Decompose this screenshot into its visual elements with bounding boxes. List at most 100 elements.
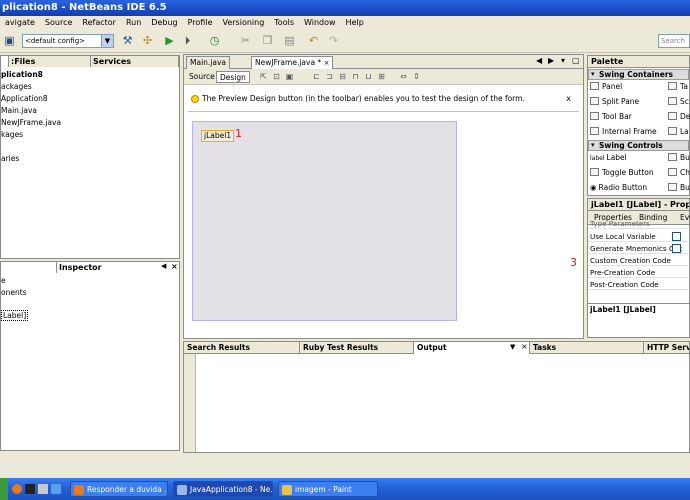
tab-tasks[interactable]: Tasks xyxy=(530,342,644,354)
design-view-button[interactable]: Design xyxy=(216,71,250,83)
task-netbeans[interactable]: JavaApplication8 - Ne... xyxy=(173,481,273,497)
prop-pre-creation-code[interactable]: Pre-Creation Code xyxy=(588,267,688,278)
prop-type-parameters[interactable]: Type Parameters xyxy=(588,221,688,229)
menu-refactor[interactable]: Refactor xyxy=(77,18,121,27)
close-icon[interactable]: × xyxy=(171,262,178,271)
tab-services[interactable]: Services xyxy=(91,56,179,67)
prop-post-creation-code[interactable]: Post-Creation Code xyxy=(588,279,688,290)
inspector-item[interactable]: e xyxy=(1,276,6,285)
start-button[interactable] xyxy=(0,478,8,500)
tab-list-icon[interactable]: ▾ xyxy=(561,56,565,65)
minimize-icon[interactable]: ▼ xyxy=(510,343,515,351)
align-top-icon[interactable]: ⊓ xyxy=(351,72,360,81)
tab-search-results[interactable]: Search Results xyxy=(184,342,300,354)
source-view-button[interactable]: Source xyxy=(186,71,218,83)
package-node[interactable]: Application8 xyxy=(1,94,48,103)
menu-source[interactable]: Source xyxy=(40,18,77,27)
vertical-resize-icon[interactable]: ⇕ xyxy=(412,72,421,81)
quicklaunch-icon[interactable] xyxy=(38,484,48,494)
tab-newjframe-java[interactable]: NewJFrame.java * × xyxy=(251,56,334,69)
quicklaunch-icon[interactable] xyxy=(51,484,61,494)
task-firefox[interactable]: Responder a duvida ... xyxy=(70,481,168,497)
paste-icon[interactable]: ▤ xyxy=(282,33,297,48)
menu-run[interactable]: Run xyxy=(121,18,146,27)
chevron-down-icon[interactable]: ▼ xyxy=(101,35,113,47)
minimize-icon[interactable]: ◀ xyxy=(161,262,166,270)
palette-item-button-group[interactable]: Bu xyxy=(668,183,690,192)
run-icon[interactable]: ▶ xyxy=(162,33,177,48)
hint-close-button[interactable]: x xyxy=(566,89,571,109)
tab-navigator[interactable] xyxy=(1,262,57,273)
menu-versioning[interactable]: Versioning xyxy=(217,18,269,27)
copy-icon[interactable]: ❐ xyxy=(260,33,275,48)
palette-item-tabbed-pane[interactable]: Ta xyxy=(668,82,688,91)
center-horizontally-icon[interactable]: ⊟ xyxy=(338,72,347,81)
palette-item-panel[interactable]: Panel xyxy=(590,82,622,91)
maximize-icon[interactable]: ▢ xyxy=(572,56,580,65)
clean-build-icon[interactable]: ✣ xyxy=(140,33,155,48)
palette-item-check-box[interactable]: Ch xyxy=(668,168,690,177)
palette-group-swing-containers[interactable]: Swing Containers xyxy=(588,69,689,80)
palette-item-radio-button[interactable]: ◉ Radio Button xyxy=(590,183,647,192)
menu-tools[interactable]: Tools xyxy=(269,18,299,27)
generate-mnemonics-checkbox[interactable] xyxy=(672,244,681,253)
source-packages-node[interactable]: ackages xyxy=(1,82,32,91)
menu-debug[interactable]: Debug xyxy=(146,18,182,27)
annotation-marker-3: 3 xyxy=(570,256,577,269)
jlabel1-component[interactable]: jLabel1 xyxy=(201,130,235,142)
palette-item-internal-frame[interactable]: Internal Frame xyxy=(590,127,657,136)
palette-item-split-pane[interactable]: Split Pane xyxy=(590,97,639,106)
debug-icon[interactable]: ⏵ xyxy=(180,33,195,48)
cut-icon[interactable]: ✂ xyxy=(238,33,253,48)
palette-item-tool-bar[interactable]: Tool Bar xyxy=(590,112,632,121)
scroll-left-icon[interactable]: ◀ xyxy=(536,56,542,65)
design-form-canvas[interactable]: jLabel1 1 xyxy=(192,121,457,321)
palette-group-swing-controls[interactable]: Swing Controls xyxy=(588,140,689,151)
tab-files[interactable]: :Files xyxy=(9,56,91,67)
tab-http-server[interactable]: HTTP Serve xyxy=(644,342,689,354)
task-paint[interactable]: imagem - Paint xyxy=(278,481,378,497)
tab-ruby-test-results[interactable]: Ruby Test Results xyxy=(300,342,414,354)
palette-item-button[interactable]: Bu xyxy=(668,153,690,162)
palette-item-desktop-pane[interactable]: De xyxy=(668,112,690,121)
build-icon[interactable]: ⚒ xyxy=(120,33,135,48)
use-local-variable-checkbox[interactable] xyxy=(672,232,681,241)
horizontal-resize-icon[interactable]: ⇔ xyxy=(399,72,408,81)
search-input[interactable]: Search xyxy=(658,34,690,48)
inspector-item[interactable]: onents xyxy=(1,288,27,297)
palette-item-toggle-button[interactable]: Toggle Button xyxy=(590,168,654,177)
file-newjframe-java[interactable]: NewJFrame.java xyxy=(1,118,61,127)
profile-icon[interactable]: ◷ xyxy=(207,33,222,48)
config-select[interactable]: <default config> ▼ xyxy=(22,34,114,48)
menu-window[interactable]: Window xyxy=(299,18,341,27)
redo-icon[interactable]: ↷ xyxy=(326,33,341,48)
close-icon[interactable]: × xyxy=(521,342,528,351)
cmd-icon[interactable] xyxy=(25,484,35,494)
libraries-node[interactable]: aries xyxy=(1,154,19,163)
selection-mode-icon[interactable]: ⇱ xyxy=(259,72,268,81)
menu-profile[interactable]: Profile xyxy=(183,18,218,27)
palette-item-scroll-pane[interactable]: Sc xyxy=(668,97,689,106)
menu-help[interactable]: Help xyxy=(341,18,369,27)
test-packages-node[interactable]: kages xyxy=(1,130,23,139)
preview-design-icon[interactable]: ▣ xyxy=(285,72,294,81)
projects-tab-edge[interactable] xyxy=(1,56,9,67)
tab-main-java[interactable]: Main.java xyxy=(186,56,231,69)
connection-mode-icon[interactable]: ⊡ xyxy=(272,72,281,81)
align-left-icon[interactable]: ⊏ xyxy=(312,72,321,81)
tabbed-pane-icon xyxy=(668,82,677,90)
firefox-icon[interactable] xyxy=(12,484,22,494)
menu-navigate[interactable]: avigate xyxy=(0,18,40,27)
inspector-selected-jlabel[interactable]: Label] xyxy=(1,310,29,321)
center-vertically-icon[interactable]: ⊞ xyxy=(377,72,386,81)
undo-icon[interactable]: ↶ xyxy=(306,33,321,48)
prop-custom-creation-code[interactable]: Custom Creation Code xyxy=(588,255,688,266)
project-node[interactable]: plication8 xyxy=(1,70,43,79)
palette-item-label[interactable]: label Label xyxy=(590,153,627,162)
palette-item-layered-pane[interactable]: La xyxy=(668,127,689,136)
save-all-icon[interactable]: ▣ xyxy=(2,33,17,48)
file-main-java[interactable]: Main.java xyxy=(1,106,37,115)
align-right-icon[interactable]: ⊐ xyxy=(325,72,334,81)
scroll-right-icon[interactable]: ▶ xyxy=(548,56,554,65)
align-bottom-icon[interactable]: ⊔ xyxy=(364,72,373,81)
